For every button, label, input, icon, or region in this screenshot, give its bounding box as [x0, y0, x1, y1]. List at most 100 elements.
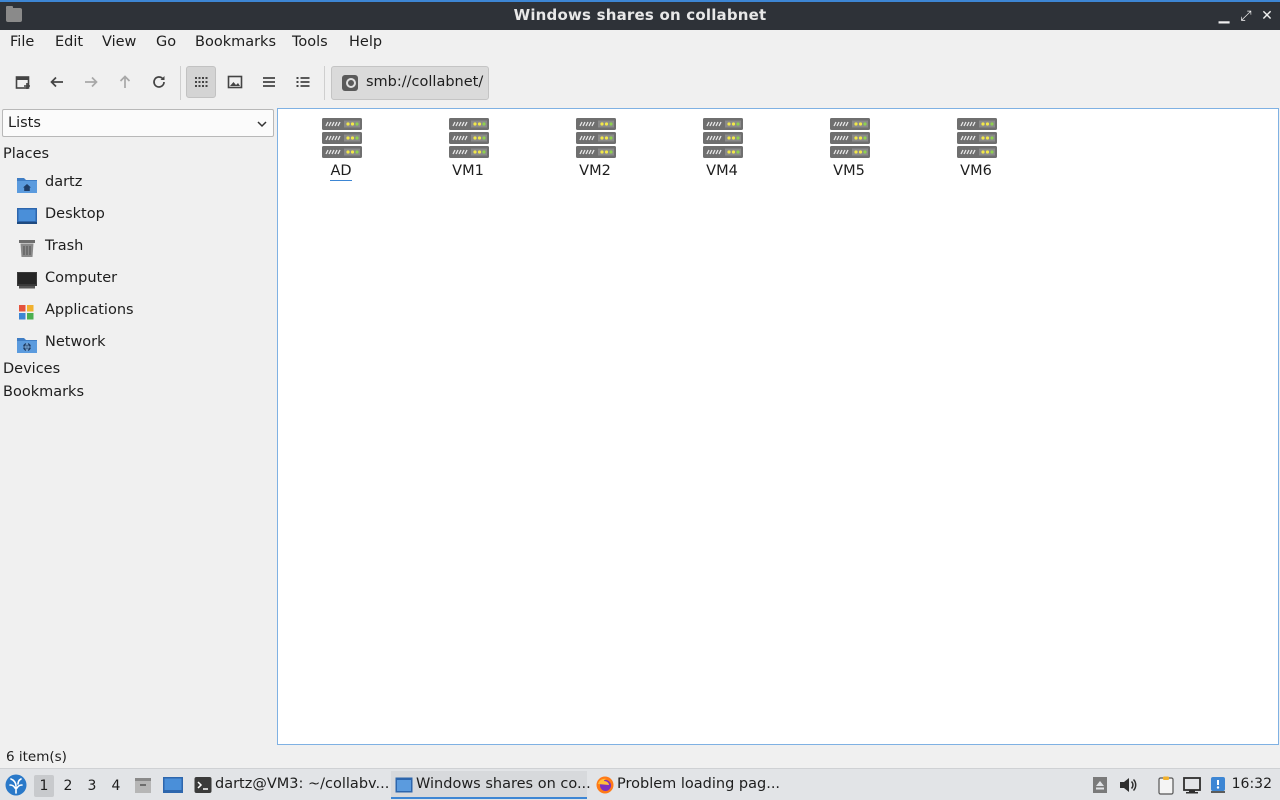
sidebar-item-trash[interactable]: Trash: [16, 234, 272, 262]
workspace-3[interactable]: 3: [82, 775, 102, 797]
menu-help[interactable]: Help: [349, 34, 382, 50]
forward-button[interactable]: [76, 66, 106, 98]
menu-edit[interactable]: Edit: [55, 34, 83, 50]
clipboard-icon[interactable]: [1156, 775, 1176, 795]
compact-view-button[interactable]: [254, 66, 284, 98]
network-server-icon: [830, 118, 870, 158]
sidebar-item-label: Computer: [45, 270, 118, 286]
file-manager-launcher-icon[interactable]: [133, 775, 153, 795]
minimize-button[interactable]: ▁: [1214, 6, 1234, 26]
file-item-vm2[interactable]: VM2: [545, 117, 645, 191]
close-button[interactable]: ✕: [1257, 6, 1277, 26]
show-desktop-icon[interactable]: [162, 775, 184, 795]
computer-icon: [17, 272, 37, 289]
file-item-label: VM6: [960, 163, 992, 179]
menu-view[interactable]: View: [102, 34, 136, 50]
menu-bookmarks[interactable]: Bookmarks: [195, 34, 276, 50]
sidebar-item-label: Desktop: [45, 206, 105, 222]
file-item-vm1[interactable]: VM1: [418, 117, 518, 191]
back-button[interactable]: [42, 66, 72, 98]
reload-icon: [153, 76, 165, 88]
start-menu-icon[interactable]: [5, 774, 27, 796]
file-item-vm4[interactable]: VM4: [672, 117, 772, 191]
thumbnail-view-icon: [227, 75, 243, 89]
path-bar-button[interactable]: smb://collabnet/: [331, 66, 489, 100]
sidebar: Lists Places dartz Desktop Trash Compute…: [0, 107, 276, 747]
network-server-icon: [703, 118, 743, 158]
network-folder-icon: [17, 338, 37, 353]
applications-icon: [19, 305, 34, 320]
compact-view-icon: [263, 77, 275, 87]
task-firefox[interactable]: Problem loading pag...: [592, 771, 788, 799]
firefox-icon: [596, 776, 614, 794]
thumbnail-view-button[interactable]: [220, 66, 250, 98]
window-title: Windows shares on collabnet: [513, 6, 767, 24]
volume-icon[interactable]: [1118, 775, 1138, 795]
trash-icon: [19, 240, 35, 257]
icon-view-icon: [195, 77, 208, 87]
sidebar-item-network[interactable]: Network: [16, 330, 272, 358]
sidebar-item-label: Network: [45, 334, 106, 350]
task-file-manager[interactable]: Windows shares on co...: [391, 771, 591, 799]
sidebar-item-desktop[interactable]: Desktop: [16, 202, 272, 230]
clock[interactable]: 16:32: [1232, 776, 1272, 792]
up-button[interactable]: [110, 66, 140, 98]
back-icon: [50, 76, 63, 88]
file-manager-icon: [395, 777, 413, 793]
network-server-icon: [449, 118, 489, 158]
menu-bar: File Edit View Go Bookmarks Tools Help: [0, 30, 1280, 56]
icon-view-button[interactable]: [186, 66, 216, 98]
terminal-icon: [194, 777, 212, 793]
title-bar: Windows shares on collabnet ▁ ⤢ ✕: [0, 0, 1280, 30]
menu-go[interactable]: Go: [156, 34, 176, 50]
sidebar-item-label: Trash: [45, 238, 84, 254]
file-item-vm6[interactable]: VM6: [926, 117, 1026, 191]
toolbar-separator: [324, 66, 325, 100]
chevron-down-icon: [257, 121, 267, 128]
side-pane-mode-label: Lists: [8, 115, 41, 131]
file-item-vm5[interactable]: VM5: [799, 117, 899, 191]
places-header[interactable]: Places: [3, 146, 49, 162]
home-folder-icon: [17, 178, 37, 193]
forward-icon: [85, 76, 98, 88]
toolbar: smb://collabnet/: [0, 56, 1280, 106]
network-server-icon: [576, 118, 616, 158]
detailed-list-view-icon: [296, 77, 310, 87]
task-label: Problem loading pag...: [617, 776, 781, 792]
file-view[interactable]: AD VM1 VM2 VM4 VM5 VM6: [277, 108, 1279, 745]
reload-button[interactable]: [144, 66, 174, 98]
task-label: dartz@VM3: ~/collabv...: [215, 776, 390, 792]
maximize-button[interactable]: ⤢: [1236, 6, 1256, 26]
task-label: Windows shares on co...: [416, 776, 591, 792]
sidebar-item-label: Applications: [45, 302, 134, 318]
menu-file[interactable]: File: [10, 34, 34, 50]
network-drive-icon: [342, 75, 358, 91]
devices-header[interactable]: Devices: [3, 361, 60, 377]
task-terminal[interactable]: dartz@VM3: ~/collabv...: [190, 771, 390, 799]
detailed-list-view-button[interactable]: [288, 66, 318, 98]
item-count: 6 item(s): [6, 749, 67, 765]
sidebar-item-applications[interactable]: Applications: [16, 298, 272, 326]
new-tab-button[interactable]: [8, 66, 38, 98]
desktop-icon: [17, 208, 37, 224]
menu-tools[interactable]: Tools: [292, 34, 328, 50]
file-item-label: VM1: [452, 163, 484, 179]
network-status-icon[interactable]: [1182, 775, 1202, 795]
sidebar-item-dartz[interactable]: dartz: [16, 170, 272, 198]
side-pane-mode-select[interactable]: Lists: [2, 109, 274, 137]
status-bar: 6 item(s): [0, 747, 1280, 768]
eject-icon[interactable]: [1090, 775, 1110, 795]
file-item-ad[interactable]: AD: [291, 117, 391, 191]
file-item-label: AD: [330, 163, 352, 181]
path-label: smb://collabnet/: [366, 74, 484, 90]
workspace-4[interactable]: 4: [106, 775, 126, 797]
network-server-icon: [957, 118, 997, 158]
new-tab-icon: [15, 76, 30, 89]
taskbar: 1 2 3 4 dartz@VM3: ~/collabv... Windows …: [0, 768, 1280, 800]
workspace-1[interactable]: 1: [34, 775, 54, 797]
sidebar-item-computer[interactable]: Computer: [16, 266, 272, 294]
notification-icon[interactable]: [1208, 775, 1228, 795]
workspace-2[interactable]: 2: [58, 775, 78, 797]
sidebar-item-label: dartz: [45, 174, 83, 190]
bookmarks-header[interactable]: Bookmarks: [3, 384, 84, 400]
